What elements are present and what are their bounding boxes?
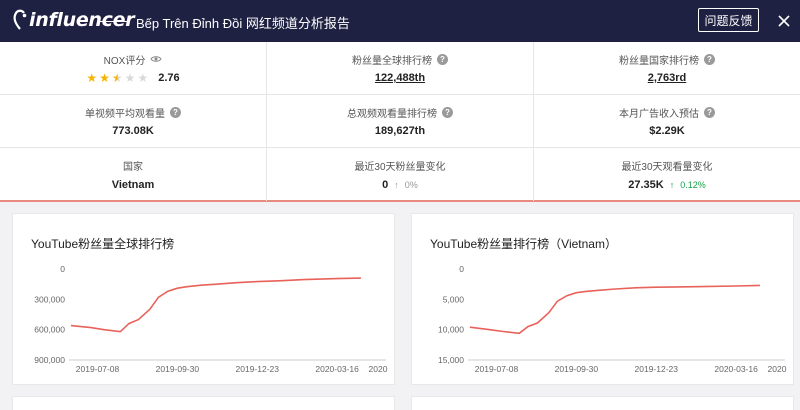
x-tick-label: 2019-07-08 (76, 364, 120, 374)
y-tick-label: 15,000 (438, 355, 464, 365)
question-icon[interactable]: ? (704, 106, 715, 118)
eye-icon[interactable] (150, 55, 162, 63)
y-tick-label: 10,000 (438, 325, 464, 335)
x-tick-label: 2019-09-30 (555, 364, 599, 374)
stat-label: 单视频平均观看量 (85, 108, 165, 120)
y-tick-label: 5,000 (443, 294, 465, 304)
stat-country-rank: 粉丝量国家排行榜 ? 2,763rd (534, 42, 800, 94)
stats-row: NOX评分 ★ ★ ★ ★ ★ 2.76 粉丝量全球排行榜 ? 122,488t… (0, 42, 800, 95)
stat-country: 国家 Vietnam (0, 148, 267, 201)
stat-ad-revenue: 本月广告收入预估 ? $2.29K (534, 95, 800, 147)
stat-nox-score: NOX评分 ★ ★ ★ ★ ★ 2.76 (0, 42, 267, 94)
stat-value: $2.29K (649, 125, 685, 137)
stat-views-change: 最近30天观看量变化 27.35K ↑ 0.12% (534, 148, 800, 201)
stat-global-rank: 粉丝量全球排行榜 ? 122,488th (267, 42, 534, 94)
stat-value: 773.08K (112, 125, 154, 137)
y-tick-label: 0 (459, 264, 464, 274)
stat-label: NOX评分 (103, 55, 146, 67)
stat-avg-views: 单视频平均观看量 ? 773.08K (0, 95, 267, 147)
stat-label: 粉丝量全球排行榜 (352, 55, 432, 67)
stat-delta: 0.12% (680, 179, 706, 190)
stat-value-link[interactable]: 122,488th (375, 72, 425, 84)
series-line (469, 284, 760, 335)
stat-label: 最近30天观看量变化 (621, 162, 713, 173)
stat-label: 本月广告收入预估 (619, 108, 699, 120)
series-line (70, 277, 361, 333)
arrow-up-icon: ↑ (394, 179, 399, 190)
star-icon: ★ (99, 71, 110, 85)
chart-card-placeholder (411, 396, 794, 410)
page-title: Bếp Trên Đỉnh Đồi 网红频道分析报告 (136, 16, 350, 31)
feedback-button[interactable]: 问题反馈 (698, 8, 759, 32)
question-icon[interactable]: ? (437, 53, 448, 65)
question-icon[interactable]: ? (442, 106, 453, 118)
y-tick-label: 900,000 (34, 355, 65, 365)
question-icon[interactable]: ? (170, 106, 181, 118)
x-tick-label: 2020 (369, 364, 388, 374)
y-tick-label: 600,000 (34, 325, 65, 335)
x-tick-label: 2020-03-16 (714, 364, 758, 374)
x-tick-label: 2020-03-16 (315, 364, 359, 374)
stats-row: 国家 Vietnam 最近30天粉丝量变化 0 ↑ 0% 最近30天观看量变化 … (0, 148, 800, 201)
stat-label: 总观频观看量排行榜 (347, 108, 437, 120)
stat-value: 0 (382, 178, 389, 191)
stat-value-link[interactable]: 2,763rd (648, 72, 687, 84)
y-tick-label: 0 (60, 264, 65, 274)
stat-label: 国家 (123, 162, 143, 173)
stats-panel: NOX评分 ★ ★ ★ ★ ★ 2.76 粉丝量全球排行榜 ? 122,488t… (0, 42, 800, 202)
close-icon[interactable] (776, 13, 792, 29)
stat-value: 27.35K (628, 178, 664, 191)
stat-value: 2.76 (158, 72, 180, 84)
y-tick-label: 300,000 (34, 294, 65, 304)
logo-text: influencer (29, 9, 135, 31)
chart-card-global-rank: YouTube粉丝量全球排行榜 0 300,000 600,000 900,000 20… (12, 213, 395, 385)
stat-total-views-rank: 总观频观看量排行榜 ? 189,627th (267, 95, 534, 147)
stat-subs-change: 最近30天粉丝量变化 0 ↑ 0% (267, 148, 534, 201)
star-rating: ★ ★ ★ ★ ★ (86, 72, 148, 84)
app-header: influencer Bếp Trên Đỉnh Đồi 网红频道分析报告 问题… (0, 0, 800, 42)
stat-value: 189,627th (374, 125, 426, 137)
x-tick-label: 2019-09-30 (156, 364, 200, 374)
x-tick-label: 2019-12-23 (635, 364, 679, 374)
title-divider (100, 21, 130, 22)
stat-label: 最近30天粉丝量变化 (354, 162, 446, 173)
arrow-up-icon: ↑ (669, 179, 675, 190)
star-empty-icon: ★ (137, 71, 149, 85)
logo: influencer (12, 6, 135, 34)
star-empty-icon: ★ (124, 71, 136, 85)
x-tick-label: 2020 (768, 364, 787, 374)
star-half-icon: ★ (111, 71, 123, 85)
line-chart: 0 300,000 600,000 900,000 2019-07-08 2019-09-… (34, 264, 388, 374)
stat-label: 粉丝量国家排行榜 (619, 55, 699, 67)
line-chart: 0 5,000 10,000 15,000 2019-07-08 2019-09-30 20… (438, 264, 787, 374)
question-icon[interactable]: ? (704, 53, 715, 65)
chart-card-country-rank: YouTube粉丝量排行榜（Vietnam） 0 5,000 10,000 15,00… (411, 213, 794, 385)
stats-row: 单视频平均观看量 ? 773.08K 总观频观看量排行榜 ? 189,627th… (0, 95, 800, 148)
star-icon: ★ (86, 71, 98, 85)
x-tick-label: 2019-12-23 (236, 364, 280, 374)
x-tick-label: 2019-07-08 (475, 364, 519, 374)
stat-delta: 0% (404, 179, 418, 190)
chart-card-placeholder (12, 396, 395, 410)
logo-mark-icon (13, 9, 27, 30)
stat-value: Vietnam (111, 178, 155, 191)
